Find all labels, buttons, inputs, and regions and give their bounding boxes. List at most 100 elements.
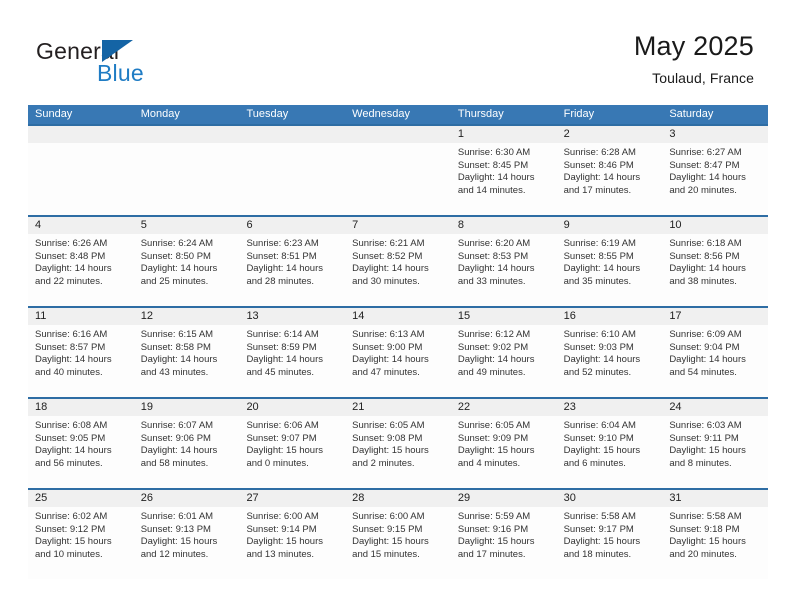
- sunset-text: Sunset: 8:57 PM: [35, 341, 106, 353]
- day-cell[interactable]: Sunrise: 6:18 AM Sunset: 8:56 PM Dayligh…: [662, 234, 768, 306]
- daylight-text-line1: Daylight: 15 hours: [352, 536, 429, 548]
- title-block: May 2025 Toulaud, France: [634, 30, 754, 88]
- sunset-text: Sunset: 9:10 PM: [563, 432, 634, 444]
- day-cell[interactable]: Sunrise: 6:28 AM Sunset: 8:46 PM Dayligh…: [557, 143, 663, 215]
- sunrise-text: Sunrise: 6:06 AM: [246, 420, 319, 431]
- daylight-text-line2: and 4 minutes.: [457, 457, 521, 469]
- day-cell[interactable]: Sunrise: 6:24 AM Sunset: 8:50 PM Dayligh…: [134, 234, 240, 306]
- day-cell[interactable]: [345, 143, 451, 215]
- sunrise-text: Sunrise: 5:58 AM: [669, 511, 742, 522]
- daylight-text-line1: Daylight: 14 hours: [669, 263, 746, 275]
- sunrise-text: Sunrise: 6:21 AM: [352, 238, 425, 249]
- day-number: 21: [352, 401, 365, 413]
- day-cell[interactable]: Sunrise: 5:59 AM Sunset: 9:16 PM Dayligh…: [451, 507, 557, 579]
- day-number: [134, 126, 240, 143]
- day-number: 2: [563, 128, 570, 140]
- day-number: 7: [352, 219, 359, 231]
- day-cell[interactable]: Sunrise: 6:19 AM Sunset: 8:55 PM Dayligh…: [557, 234, 663, 306]
- daylight-text-line2: and 54 minutes.: [669, 366, 737, 378]
- daylight-text-line1: Daylight: 14 hours: [457, 354, 535, 366]
- sunset-text: Sunset: 8:46 PM: [563, 159, 634, 171]
- day-cell[interactable]: Sunrise: 6:04 AM Sunset: 9:10 PM Dayligh…: [557, 416, 663, 488]
- week-detail-row: Sunrise: 6:16 AM Sunset: 8:57 PM Dayligh…: [28, 325, 768, 397]
- logo-text-blue: Blue: [97, 60, 144, 86]
- day-cell[interactable]: Sunrise: 6:20 AM Sunset: 8:53 PM Dayligh…: [451, 234, 557, 306]
- daylight-text-line1: Daylight: 14 hours: [35, 445, 112, 457]
- calendar-week-row: 11 12 13 14 15 16 17 Sunrise: 6:16 AM Su…: [28, 306, 768, 397]
- day-cell[interactable]: Sunrise: 6:30 AM Sunset: 8:45 PM Dayligh…: [451, 143, 557, 215]
- day-number: 20: [246, 401, 259, 413]
- page-header: General Blue May 2025 Toulaud, France: [28, 30, 768, 98]
- page-title: May 2025: [633, 31, 754, 61]
- day-cell[interactable]: [134, 143, 240, 215]
- logo-triangle-icon: [102, 40, 133, 62]
- day-cell[interactable]: Sunrise: 6:06 AM Sunset: 9:07 PM Dayligh…: [239, 416, 345, 488]
- day-cell[interactable]: Sunrise: 6:07 AM Sunset: 9:06 PM Dayligh…: [134, 416, 240, 488]
- daylight-text-line2: and 56 minutes.: [35, 457, 103, 469]
- day-cell[interactable]: Sunrise: 6:27 AM Sunset: 8:47 PM Dayligh…: [662, 143, 768, 215]
- daylight-text-line1: Daylight: 14 hours: [246, 263, 324, 275]
- day-cell[interactable]: Sunrise: 6:13 AM Sunset: 9:00 PM Dayligh…: [345, 325, 451, 397]
- day-cell[interactable]: Sunrise: 6:23 AM Sunset: 8:51 PM Dayligh…: [239, 234, 345, 306]
- sunrise-text: Sunrise: 6:30 AM: [457, 147, 531, 158]
- daylight-text-line1: Daylight: 14 hours: [352, 263, 429, 275]
- day-cell[interactable]: Sunrise: 6:00 AM Sunset: 9:15 PM Dayligh…: [345, 507, 451, 579]
- sunset-text: Sunset: 9:14 PM: [246, 523, 317, 535]
- day-cell[interactable]: Sunrise: 6:10 AM Sunset: 9:03 PM Dayligh…: [557, 325, 663, 397]
- day-cell[interactable]: Sunrise: 6:05 AM Sunset: 9:08 PM Dayligh…: [345, 416, 451, 488]
- day-cell[interactable]: Sunrise: 6:08 AM Sunset: 9:05 PM Dayligh…: [28, 416, 134, 488]
- sunrise-text: Sunrise: 6:18 AM: [669, 238, 742, 249]
- week-daynumber-band: 4 5 6 7 8 9 10: [28, 217, 768, 234]
- sunset-text: Sunset: 8:59 PM: [246, 341, 317, 353]
- day-cell[interactable]: Sunrise: 6:16 AM Sunset: 8:57 PM Dayligh…: [28, 325, 134, 397]
- sunset-text: Sunset: 9:09 PM: [457, 432, 529, 444]
- sunrise-text: Sunrise: 6:05 AM: [457, 420, 531, 431]
- sunrise-text: Sunrise: 6:23 AM: [246, 238, 319, 249]
- day-cell[interactable]: Sunrise: 6:01 AM Sunset: 9:13 PM Dayligh…: [134, 507, 240, 579]
- day-number: 19: [140, 401, 153, 413]
- day-cell[interactable]: Sunrise: 6:14 AM Sunset: 8:59 PM Dayligh…: [239, 325, 345, 397]
- day-cell[interactable]: Sunrise: 6:09 AM Sunset: 9:04 PM Dayligh…: [662, 325, 768, 397]
- sunset-text: Sunset: 9:18 PM: [669, 523, 740, 535]
- sunrise-text: Sunrise: 6:20 AM: [457, 238, 531, 249]
- daylight-text-line1: Daylight: 14 hours: [246, 354, 324, 366]
- daylight-text-line2: and 14 minutes.: [457, 184, 526, 196]
- day-number: 26: [140, 492, 153, 504]
- sunrise-text: Sunrise: 6:19 AM: [563, 238, 636, 249]
- day-number: 23: [563, 401, 576, 413]
- daylight-text-line1: Daylight: 15 hours: [246, 536, 324, 548]
- daylight-text-line1: Daylight: 14 hours: [140, 445, 218, 457]
- weekday-header-wednesday: Wednesday: [352, 108, 411, 120]
- daylight-text-line2: and 10 minutes.: [35, 548, 103, 560]
- day-cell[interactable]: Sunrise: 5:58 AM Sunset: 9:18 PM Dayligh…: [662, 507, 768, 579]
- day-number: 24: [669, 401, 682, 413]
- week-detail-row: Sunrise: 6:08 AM Sunset: 9:05 PM Dayligh…: [28, 416, 768, 488]
- day-cell[interactable]: Sunrise: 5:58 AM Sunset: 9:17 PM Dayligh…: [557, 507, 663, 579]
- daylight-text-line1: Daylight: 14 hours: [140, 263, 218, 275]
- sunset-text: Sunset: 9:02 PM: [457, 341, 529, 353]
- daylight-text-line2: and 25 minutes.: [140, 275, 209, 287]
- day-cell[interactable]: [28, 143, 134, 215]
- daylight-text-line1: Daylight: 15 hours: [563, 445, 641, 457]
- sunset-text: Sunset: 9:03 PM: [563, 341, 634, 353]
- sunset-text: Sunset: 9:16 PM: [457, 523, 529, 535]
- sunrise-text: Sunrise: 6:09 AM: [669, 329, 742, 340]
- daylight-text-line1: Daylight: 15 hours: [669, 536, 746, 548]
- day-cell[interactable]: Sunrise: 6:12 AM Sunset: 9:02 PM Dayligh…: [451, 325, 557, 397]
- day-cell[interactable]: Sunrise: 6:15 AM Sunset: 8:58 PM Dayligh…: [134, 325, 240, 397]
- daylight-text-line2: and 40 minutes.: [35, 366, 103, 378]
- day-cell[interactable]: Sunrise: 6:03 AM Sunset: 9:11 PM Dayligh…: [662, 416, 768, 488]
- day-cell[interactable]: [239, 143, 345, 215]
- daylight-text-line2: and 35 minutes.: [563, 275, 632, 287]
- daylight-text-line1: Daylight: 14 hours: [669, 354, 746, 366]
- day-cell[interactable]: Sunrise: 6:00 AM Sunset: 9:14 PM Dayligh…: [239, 507, 345, 579]
- day-cell[interactable]: Sunrise: 6:02 AM Sunset: 9:12 PM Dayligh…: [28, 507, 134, 579]
- day-number: 22: [457, 401, 471, 413]
- day-cell[interactable]: Sunrise: 6:26 AM Sunset: 8:48 PM Dayligh…: [28, 234, 134, 306]
- daylight-text-line2: and 15 minutes.: [352, 548, 420, 560]
- daylight-text-line1: Daylight: 14 hours: [669, 172, 746, 184]
- day-cell[interactable]: Sunrise: 6:21 AM Sunset: 8:52 PM Dayligh…: [345, 234, 451, 306]
- day-cell[interactable]: Sunrise: 6:05 AM Sunset: 9:09 PM Dayligh…: [451, 416, 557, 488]
- week-detail-row: Sunrise: 6:02 AM Sunset: 9:12 PM Dayligh…: [28, 507, 768, 579]
- calendar-week-row: 18 19 20 21 22 23 24 Sunrise: 6:08 AM Su…: [28, 397, 768, 488]
